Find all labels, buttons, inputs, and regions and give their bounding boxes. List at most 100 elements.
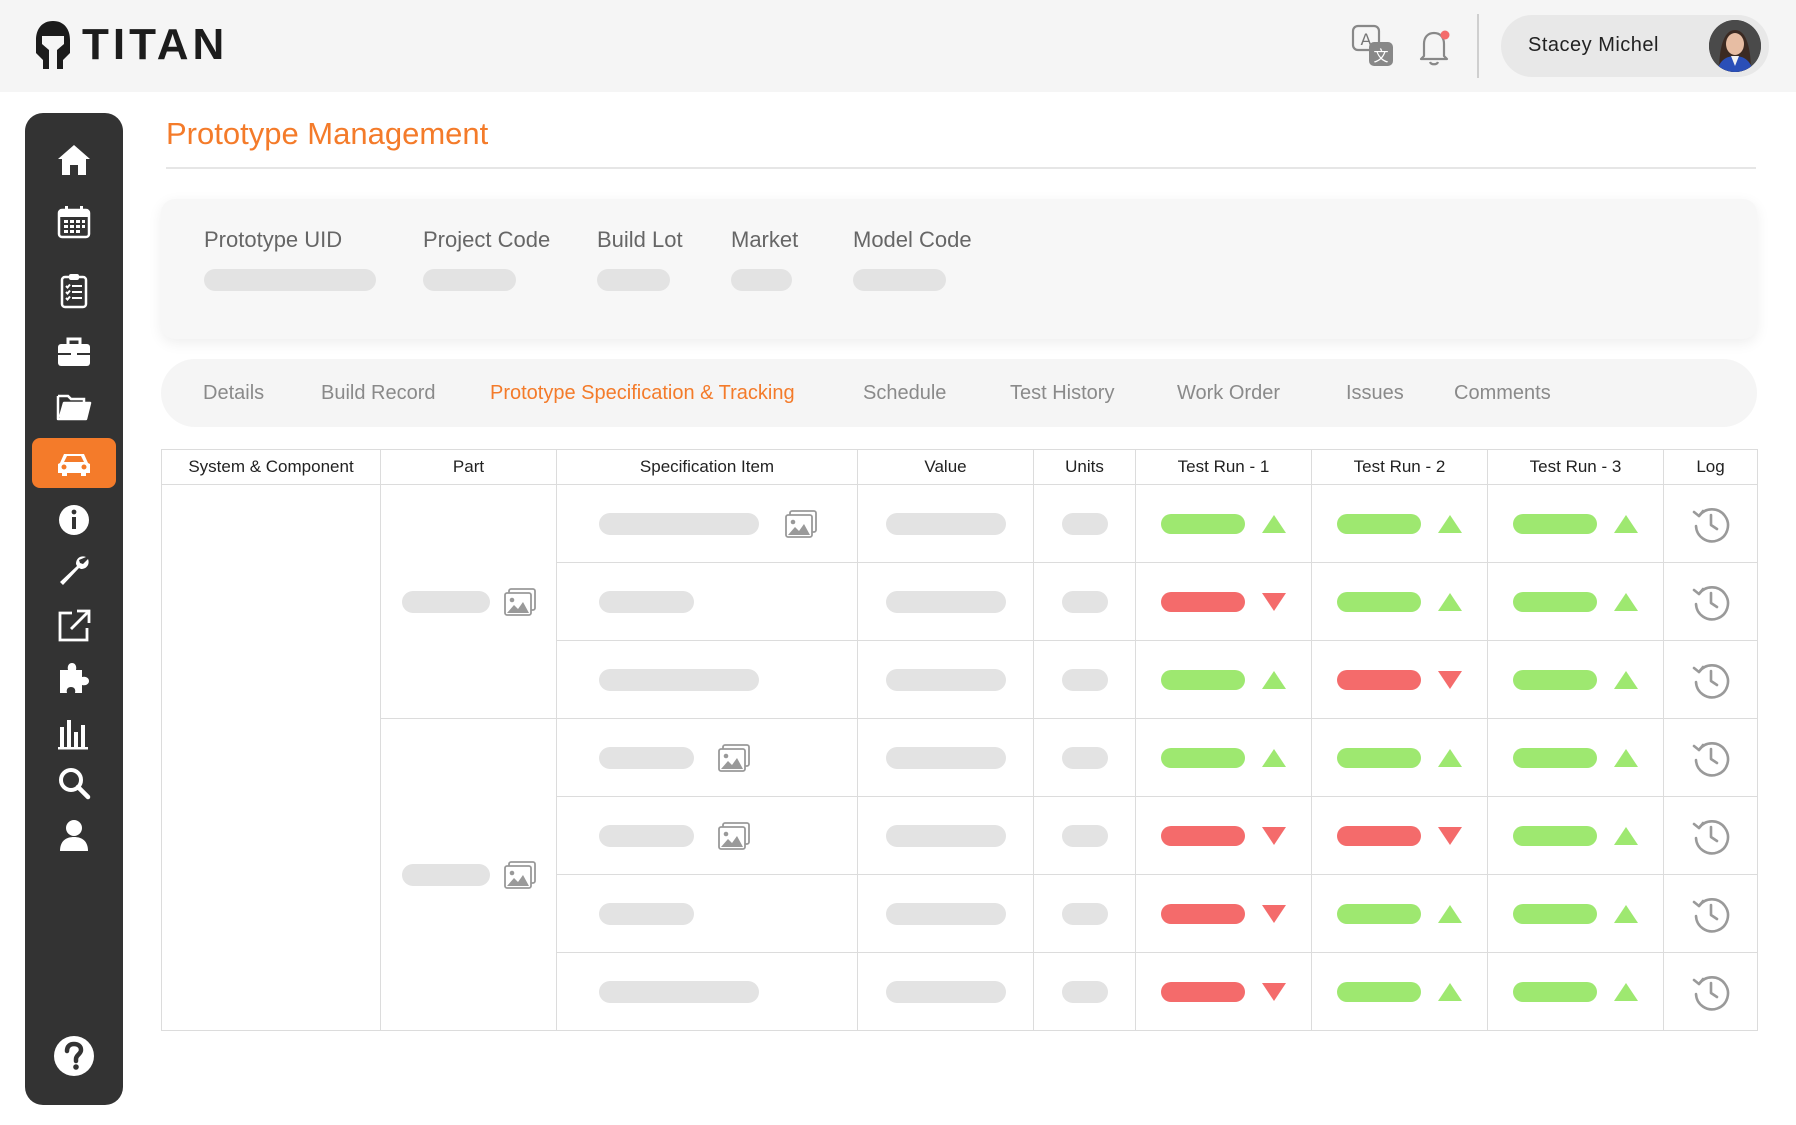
part-cell xyxy=(380,718,557,1031)
sidebar-item-profile[interactable] xyxy=(32,810,116,860)
log-cell xyxy=(1663,640,1758,719)
history-icon[interactable] xyxy=(1691,894,1731,934)
column-header[interactable]: Test Run - 3 xyxy=(1487,449,1664,485)
test-run-cell xyxy=(1135,874,1312,953)
sidebar-item-reports[interactable] xyxy=(32,708,116,758)
sidebar-item-search[interactable] xyxy=(32,758,116,808)
notification-button[interactable] xyxy=(1410,22,1458,70)
specification-table: System & Component Part Specification It… xyxy=(161,449,1758,1031)
search-icon xyxy=(59,768,91,800)
column-header[interactable]: System & Component xyxy=(161,449,381,485)
history-icon[interactable] xyxy=(1691,504,1731,544)
sidebar-item-files[interactable] xyxy=(32,381,116,431)
column-header[interactable]: Value xyxy=(857,449,1034,485)
history-icon[interactable] xyxy=(1691,738,1731,778)
spec-item-placeholder xyxy=(599,512,759,535)
value-placeholder xyxy=(885,980,1006,1003)
field-value-placeholder xyxy=(853,269,946,291)
image-icon[interactable] xyxy=(503,587,536,616)
column-header[interactable]: Units xyxy=(1033,449,1136,485)
arrow-up-icon xyxy=(1437,904,1462,923)
image-icon[interactable] xyxy=(785,509,817,538)
sidebar-item-vehicles[interactable] xyxy=(32,438,116,488)
column-header[interactable]: Specification Item xyxy=(556,449,858,485)
column-header[interactable]: Test Run - 2 xyxy=(1311,449,1488,485)
puzzle-icon xyxy=(60,663,89,693)
column-header[interactable]: Test Run - 1 xyxy=(1135,449,1312,485)
test-run-cell xyxy=(1487,640,1664,719)
arrow-down-icon xyxy=(1261,982,1286,1001)
tab-prototype-specification-tracking[interactable]: Prototype Specification & Tracking xyxy=(490,382,795,405)
tab-test-history[interactable]: Test History xyxy=(1010,382,1114,405)
bell-icon xyxy=(1419,30,1450,66)
sidebar-item-projects[interactable] xyxy=(32,327,116,377)
sidebar-item-checklist[interactable] xyxy=(32,266,116,316)
sidebar-item-home[interactable] xyxy=(32,135,116,185)
units-cell xyxy=(1033,874,1136,953)
tab-details[interactable]: Details xyxy=(203,382,264,405)
briefcase-icon xyxy=(58,337,90,366)
units-cell xyxy=(1033,718,1136,797)
sidebar-item-integrations[interactable] xyxy=(32,653,116,703)
log-cell xyxy=(1663,718,1758,797)
field-label: Project Code xyxy=(423,227,551,252)
history-icon[interactable] xyxy=(1691,660,1731,700)
image-icon[interactable] xyxy=(718,743,750,772)
tab-work-order[interactable]: Work Order xyxy=(1177,382,1280,405)
pass-status-bar xyxy=(1512,903,1597,924)
field-value-placeholder xyxy=(423,269,516,291)
tab-issues[interactable]: Issues xyxy=(1346,382,1404,405)
history-icon[interactable] xyxy=(1691,816,1731,856)
sidebar xyxy=(25,113,123,1105)
pass-status-bar xyxy=(1336,747,1421,768)
column-header[interactable]: Part xyxy=(380,449,557,485)
pass-status-bar xyxy=(1160,747,1245,768)
field-value-placeholder xyxy=(597,269,670,291)
app-logo[interactable]: TITAN xyxy=(34,20,228,70)
column-header[interactable]: Log xyxy=(1663,449,1758,485)
sidebar-item-export[interactable] xyxy=(32,601,116,651)
spartan-helmet-icon xyxy=(36,21,70,69)
tab-schedule[interactable]: Schedule xyxy=(863,382,946,405)
sidebar-item-calendar[interactable] xyxy=(32,197,116,247)
test-run-cell xyxy=(1135,718,1312,797)
spec-item-placeholder xyxy=(599,824,694,847)
test-run-cell xyxy=(1311,874,1488,953)
field-value-placeholder xyxy=(204,269,376,291)
arrow-down-icon xyxy=(1261,592,1286,611)
history-icon[interactable] xyxy=(1691,972,1731,1012)
field-label: Build Lot xyxy=(597,227,683,252)
pass-status-bar xyxy=(1336,513,1421,534)
value-placeholder xyxy=(885,668,1006,691)
translate-button[interactable]: A 文 xyxy=(1349,22,1397,70)
tab-build-record[interactable]: Build Record xyxy=(321,382,436,405)
pass-status-bar xyxy=(1336,591,1421,612)
image-icon[interactable] xyxy=(718,821,750,850)
sidebar-item-help[interactable] xyxy=(32,1031,116,1081)
log-cell xyxy=(1663,562,1758,641)
part-name-placeholder xyxy=(401,590,490,613)
user-menu[interactable]: Stacey Michel xyxy=(1501,15,1769,77)
car-icon xyxy=(58,454,90,476)
test-run-cell xyxy=(1135,952,1312,1031)
image-icon[interactable] xyxy=(503,860,536,889)
table-row[interactable] xyxy=(162,718,1758,1031)
arrow-down-icon xyxy=(1261,904,1286,923)
top-bar: TITAN A 文 Stacey Michel xyxy=(0,0,1796,92)
fail-status-bar xyxy=(1336,669,1421,690)
history-icon[interactable] xyxy=(1691,582,1731,622)
sidebar-item-tools[interactable] xyxy=(32,546,116,596)
tab-comments[interactable]: Comments xyxy=(1454,382,1551,405)
test-run-cell xyxy=(1487,562,1664,641)
field-label: Market xyxy=(731,227,799,252)
sidebar-item-info[interactable] xyxy=(32,495,116,545)
test-run-cell xyxy=(1135,640,1312,719)
pass-status-bar xyxy=(1512,825,1597,846)
field-project-code: Project Code xyxy=(423,227,550,291)
spec-item-cell xyxy=(556,952,858,1031)
tab-bar: Details Build Record Prototype Specifica… xyxy=(161,359,1757,427)
title-divider xyxy=(166,167,1756,169)
spec-item-cell xyxy=(556,796,858,875)
table-row[interactable] xyxy=(161,484,1758,1031)
arrow-up-icon xyxy=(1261,514,1286,533)
